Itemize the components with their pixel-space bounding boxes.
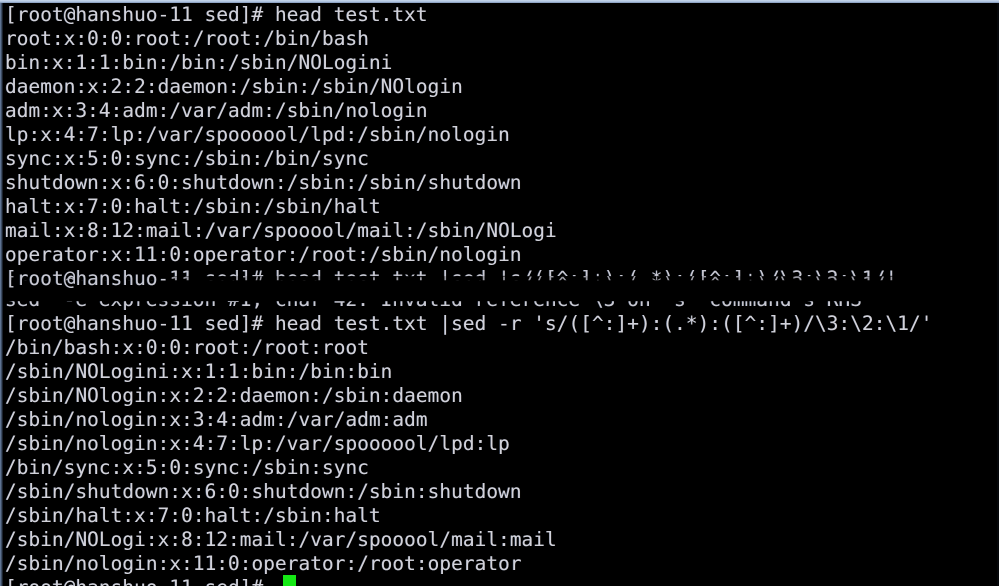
terminal-line-output: root:x:0:0:root:/root:/bin/bash: [5, 27, 369, 50]
terminal-line-output: /sbin/nologin:x:11:0:operator:/root:oper…: [5, 552, 522, 575]
terminal-line-output: shutdown:x:6:0:shutdown:/sbin:/sbin/shut…: [5, 171, 522, 194]
terminal-prompt: [root@hanshuo-11 sed]#: [5, 576, 275, 586]
terminal-line-output: halt:x:7:0:halt:/sbin:/sbin/halt: [5, 195, 381, 218]
text-cursor: [283, 575, 296, 586]
terminal-line-output: /sbin/NOLogi:x:8:12:mail:/var/spooool/ma…: [5, 528, 557, 551]
terminal-line-output: /sbin/shutdown:x:6:0:shutdown:/sbin:shut…: [5, 480, 522, 503]
terminal-line-output: /sbin/halt:x:7:0:halt:/sbin:halt: [5, 504, 381, 527]
terminal-line-command: [root@hanshuo-11 sed]# head test.txt |se…: [5, 312, 933, 335]
terminal-line-redraw-artifact: sed -e expression #1, char 42: Invalid r…: [5, 288, 863, 311]
terminal-line-output: lp:x:4:7:lp:/var/spoooool/lpd:/sbin/nolo…: [5, 123, 510, 146]
terminal-line-command: [root@hanshuo-11 sed]# head test.txt: [5, 3, 428, 26]
terminal-line-output: /sbin/NOlogin:x:2:2:daemon:/sbin:daemon: [5, 384, 463, 407]
terminal-line-output: mail:x:8:12:mail:/var/spooool/mail:/sbin…: [5, 219, 557, 242]
terminal-window[interactable]: [root@hanshuo-11 sed]# head test.txt roo…: [0, 0, 999, 586]
terminal-line-output: sync:x:5:0:sync:/sbin:/bin/sync: [5, 147, 369, 170]
terminal-screen[interactable]: [root@hanshuo-11 sed]# head test.txt roo…: [3, 3, 997, 586]
terminal-line-output: bin:x:1:1:bin:/bin:/sbin/NOLogini: [5, 51, 393, 74]
terminal-line-output: daemon:x:2:2:daemon:/sbin:/sbin/NOlogin: [5, 75, 463, 98]
terminal-line-output: /sbin/NOLogini:x:1:1:bin:/bin:bin: [5, 360, 393, 383]
terminal-line-output: /sbin/nologin:x:4:7:lp:/var/spoooool/lpd…: [5, 432, 510, 455]
terminal-line-output: adm:x:3:4:adm:/var/adm:/sbin/nologin: [5, 99, 428, 122]
terminal-line-output: /bin/sync:x:5:0:sync:/sbin:sync: [5, 456, 369, 479]
terminal-line-output: /sbin/nologin:x:3:4:adm:/var/adm:adm: [5, 408, 428, 431]
terminal-line-output: operator:x:11:0:operator:/root:/sbin/nol…: [5, 243, 522, 266]
terminal-line-output: /bin/bash:x:0:0:root:/root:root: [5, 336, 369, 359]
